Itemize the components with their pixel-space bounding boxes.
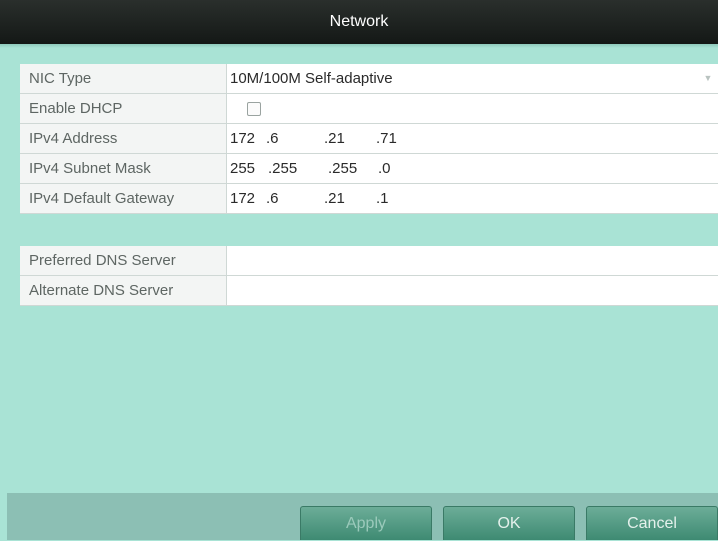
apply-button[interactable]: Apply	[300, 506, 432, 540]
preferred-dns-field[interactable]	[230, 246, 718, 275]
subnet-mask-octet-2[interactable]: .255	[268, 154, 297, 183]
nic-type-label: NIC Type	[20, 64, 227, 93]
enable-dhcp-row: Enable DHCP	[20, 94, 718, 124]
default-gateway-field[interactable]: 172 .6 .21 .1	[230, 184, 718, 213]
cancel-button[interactable]: Cancel	[586, 506, 718, 540]
ok-button[interactable]: OK	[443, 506, 575, 540]
enable-dhcp-cell	[230, 94, 718, 123]
ipv4-address-field[interactable]: 172 .6 .21 .71	[230, 124, 718, 153]
preferred-dns-row: Preferred DNS Server	[20, 246, 718, 276]
preferred-dns-label: Preferred DNS Server	[20, 246, 227, 275]
ipv4-address-row: IPv4 Address 172 .6 .21 .71	[20, 124, 718, 154]
title-bar-shadow	[0, 44, 718, 48]
subnet-mask-octet-1[interactable]: 255	[230, 154, 255, 183]
subnet-mask-label: IPv4 Subnet Mask	[20, 154, 227, 183]
subnet-mask-octet-4[interactable]: .0	[378, 154, 391, 183]
window-title: Network	[329, 13, 389, 30]
subnet-mask-octet-3[interactable]: .255	[328, 154, 357, 183]
subnet-mask-field[interactable]: 255 .255 .255 .0	[230, 154, 718, 183]
nic-type-value: 10M/100M Self-adaptive	[230, 70, 393, 87]
ipv4-address-octet-1[interactable]: 172	[230, 124, 255, 153]
subnet-mask-row: IPv4 Subnet Mask 255 .255 .255 .0	[20, 154, 718, 184]
default-gateway-octet-4[interactable]: .1	[376, 184, 389, 213]
default-gateway-row: IPv4 Default Gateway 172 .6 .21 .1	[20, 184, 718, 214]
enable-dhcp-checkbox[interactable]	[247, 102, 261, 116]
default-gateway-octet-3[interactable]: .21	[324, 184, 345, 213]
ipv4-address-octet-2[interactable]: .6	[266, 124, 279, 153]
nic-type-select[interactable]: 10M/100M Self-adaptive ▼	[230, 64, 718, 93]
ipv4-address-label: IPv4 Address	[20, 124, 227, 153]
alternate-dns-label: Alternate DNS Server	[20, 276, 227, 305]
alternate-dns-field[interactable]	[230, 276, 718, 305]
default-gateway-octet-1[interactable]: 172	[230, 184, 255, 213]
nic-type-row: NIC Type 10M/100M Self-adaptive ▼	[20, 64, 718, 94]
ipv4-address-octet-4[interactable]: .71	[376, 124, 397, 153]
ipv4-address-octet-3[interactable]: .21	[324, 124, 345, 153]
enable-dhcp-label: Enable DHCP	[20, 94, 227, 123]
chevron-down-icon[interactable]: ▼	[702, 64, 714, 93]
default-gateway-octet-2[interactable]: .6	[266, 184, 279, 213]
default-gateway-label: IPv4 Default Gateway	[20, 184, 227, 213]
alternate-dns-row: Alternate DNS Server	[20, 276, 718, 306]
